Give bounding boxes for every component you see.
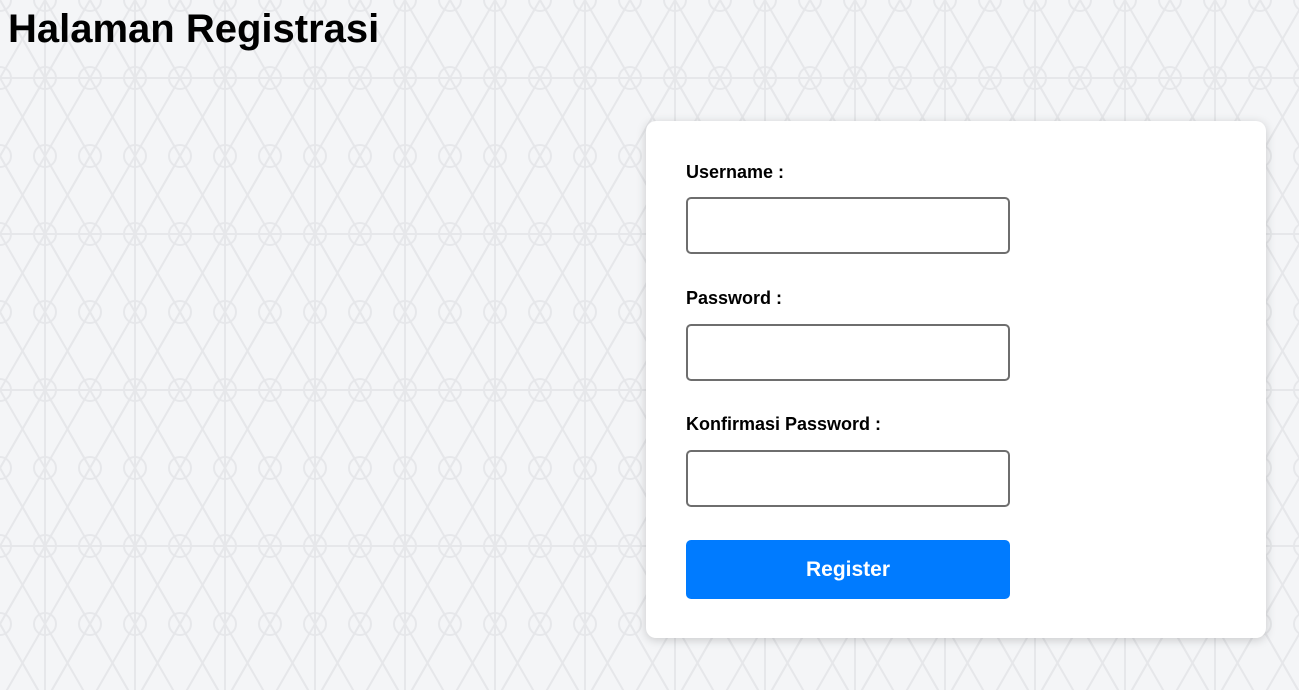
- username-label: Username :: [686, 162, 785, 182]
- password-input[interactable]: [686, 324, 1010, 381]
- confirm-password-input[interactable]: [686, 450, 1010, 507]
- confirm-password-label: Konfirmasi Password :: [686, 414, 882, 434]
- registration-card: Username : Password : Konfirmasi Passwor…: [646, 121, 1266, 638]
- page-title: Halaman Registrasi: [8, 7, 380, 51]
- register-button[interactable]: Register: [686, 540, 1010, 599]
- password-label: Password :: [686, 288, 783, 308]
- username-input[interactable]: [686, 197, 1010, 254]
